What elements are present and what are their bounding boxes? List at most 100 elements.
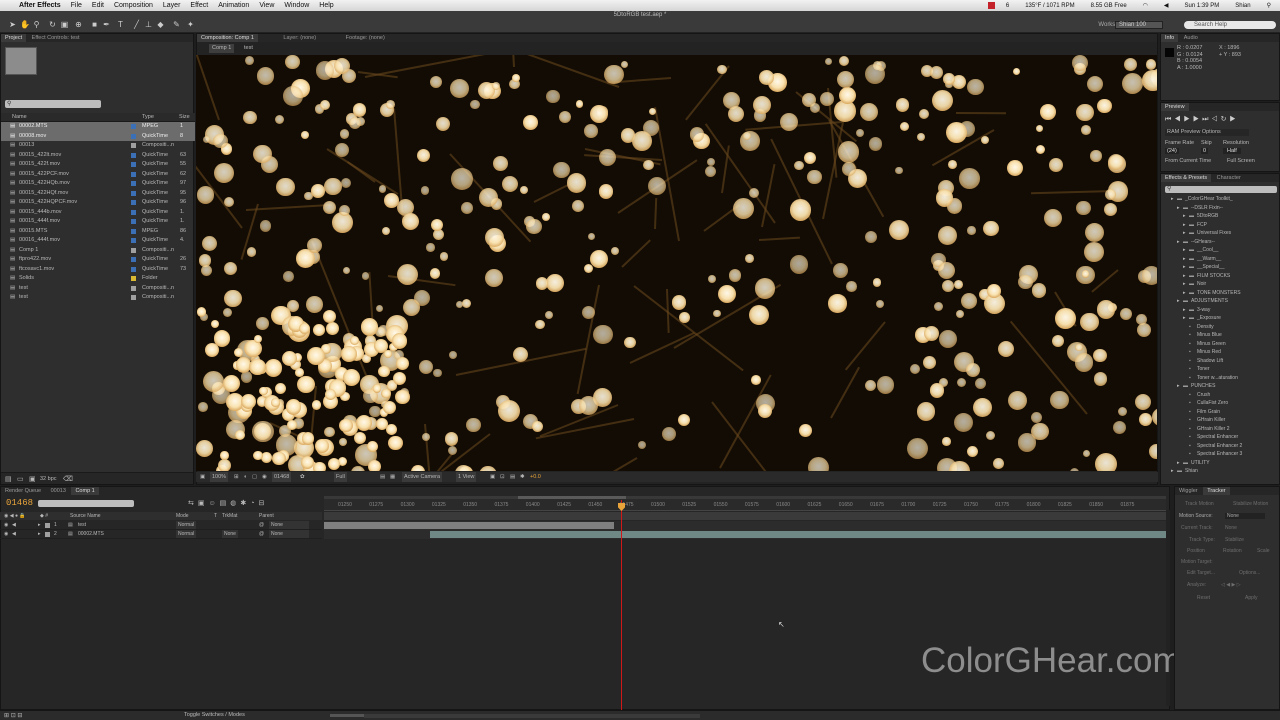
project-item[interactable]: ▤ 00015_422HQf.mov QuickTime 95 — [1, 189, 195, 199]
eraser-tool-icon[interactable]: ◆ — [156, 20, 165, 29]
rotate-tool-icon[interactable]: ↻ — [48, 20, 57, 29]
eye-icon[interactable]: ◉ — [4, 530, 8, 538]
menu-effect[interactable]: Effect — [185, 2, 213, 9]
effects-tree-item[interactable]: ▸ ▬ 5DtoRGB — [1161, 212, 1279, 221]
pan-behind-tool-icon[interactable]: ⊕ — [74, 20, 83, 29]
resolution-select-preview[interactable]: Half — [1223, 148, 1241, 154]
disclosure-triangle-icon[interactable]: ▸ — [1177, 297, 1180, 306]
disk-free-readout[interactable]: 8.55 GB Free — [1086, 3, 1132, 9]
tab-effects-presets[interactable]: Effects & Presets — [1161, 174, 1212, 182]
next-frame-icon[interactable]: ▶ — [1193, 116, 1202, 123]
eye-icon[interactable]: ◉ — [4, 521, 8, 529]
disclosure-triangle-icon[interactable]: ▸ — [1183, 212, 1186, 221]
play-icon[interactable]: ▶ — [1184, 116, 1193, 123]
label-color-swatch[interactable] — [131, 152, 136, 158]
time-ruler[interactable]: 01250 01275 01300 01325 01350 01375 01400 01425… — [324, 499, 1166, 511]
parent-pickwhip-icon[interactable]: @ — [259, 521, 264, 529]
timeline-search-input[interactable] — [38, 500, 134, 507]
effects-tree-item[interactable]: ▪ GHrain Killer 2 — [1161, 425, 1279, 434]
project-item[interactable]: ▤ ftcosavc1.mov QuickTime 73 — [1, 265, 195, 275]
volume-icon[interactable]: ◀ — [1159, 2, 1174, 9]
bit-depth-button[interactable]: 32 bpc — [40, 476, 57, 482]
project-item[interactable]: ▤ 00015_422f.mov QuickTime 55 — [1, 160, 195, 170]
layer-label-swatch[interactable] — [45, 532, 50, 537]
brush-tool-icon[interactable]: ╱ — [132, 20, 141, 29]
composition-viewer-image[interactable] — [196, 55, 1157, 471]
user-name[interactable]: Shian — [1230, 3, 1255, 9]
project-item[interactable]: ▤ 00015_422HQPCF.mov QuickTime 96 — [1, 198, 195, 208]
mask-visibility-icon[interactable]: ◐ — [244, 472, 247, 482]
tab-footage[interactable]: Footage: (none) — [342, 34, 389, 42]
layer-parent-select[interactable]: None — [269, 530, 309, 538]
project-item[interactable]: ▤ 00008.mov QuickTime 8 — [1, 131, 195, 141]
project-item[interactable]: ▤ 00015_422lt.mov QuickTime 63 — [1, 151, 195, 161]
project-item[interactable]: ▤ ftpro422.mov QuickTime 26 — [1, 255, 195, 265]
project-item[interactable]: ▤ test Compositi...n — [1, 293, 195, 303]
disclosure-triangle-icon[interactable]: ▸ — [1183, 263, 1186, 272]
disclosure-triangle-icon[interactable]: ▸ — [1171, 467, 1174, 476]
project-item[interactable]: ▤ 00015_444b.mov QuickTime 1. — [1, 208, 195, 218]
tab-tracker[interactable]: Tracker — [1203, 487, 1230, 495]
project-item[interactable]: ▤ test Compositi...n — [1, 284, 195, 294]
layer-trkmat-select[interactable]: None — [222, 530, 238, 538]
project-item[interactable]: ▤ 00013 Compositi...n — [1, 141, 195, 151]
label-color-swatch[interactable] — [131, 266, 136, 272]
graph-editor-icon[interactable]: ⊟ — [259, 500, 269, 507]
status-count[interactable]: 6 — [1001, 3, 1014, 9]
label-color-swatch[interactable] — [131, 171, 136, 177]
shy-layers-icon[interactable]: ☺ — [209, 500, 220, 507]
column-mode[interactable]: Mode — [176, 512, 189, 520]
effects-tree-item[interactable]: ▪ Minus Blue — [1161, 331, 1279, 340]
timeline-h-scrollbar[interactable] — [364, 714, 700, 718]
audio-icon[interactable]: ◀ — [12, 530, 16, 538]
label-color-swatch[interactable] — [131, 219, 136, 224]
transparency-grid-icon[interactable]: ▦ — [390, 472, 395, 482]
layer-parent-select[interactable]: None — [269, 521, 309, 529]
effects-tree-item[interactable]: ▪ Toner — [1161, 365, 1279, 374]
menu-composition[interactable]: Composition — [109, 2, 158, 9]
scale-checkbox[interactable]: Scale — [1257, 548, 1270, 554]
label-color-swatch[interactable] — [131, 247, 136, 253]
timeline-panel-icon[interactable]: ▤ — [510, 472, 515, 482]
tab-audio[interactable]: Audio — [1180, 34, 1202, 42]
disclosure-triangle-icon[interactable]: ▸ — [1171, 195, 1174, 204]
magnification-select[interactable]: 100% — [210, 472, 229, 482]
project-item[interactable]: ▤ 00015_444f.mov QuickTime 1. — [1, 217, 195, 227]
analyze-buttons[interactable]: ◁ ◀ ▶ ▷ — [1221, 582, 1241, 588]
column-parent[interactable]: Parent — [259, 512, 274, 520]
loop-icon[interactable]: ↻ — [1221, 116, 1230, 123]
label-color-swatch[interactable] — [131, 257, 136, 262]
effects-tree-item[interactable]: ▸ ▬ Universal Fixes — [1161, 229, 1279, 238]
trash-icon[interactable]: ⌫ — [63, 475, 73, 483]
label-color-swatch[interactable] — [131, 238, 136, 243]
text-tool-icon[interactable]: T — [116, 20, 125, 29]
interpret-footage-icon[interactable]: ▤ — [5, 475, 12, 483]
motion-blur-icon[interactable]: ◍ — [230, 500, 240, 507]
effects-tree-item[interactable]: ▪ Film Grain — [1161, 408, 1279, 417]
column-source-name[interactable]: Source Name — [70, 512, 101, 520]
project-item[interactable]: ▤ Solids Folder — [1, 274, 195, 284]
effects-tree-item[interactable]: ▪ Toner w...aturation — [1161, 374, 1279, 383]
status-badge[interactable] — [987, 2, 995, 9]
stabilize-motion-button[interactable]: Stabilize Motion — [1233, 501, 1268, 507]
roto-brush-tool-icon[interactable]: ✎ — [172, 20, 181, 29]
layer1-bar[interactable] — [324, 522, 614, 529]
disclosure-triangle-icon[interactable]: ▸ — [1177, 204, 1180, 213]
region-of-interest-icon[interactable]: ▢ — [252, 472, 257, 482]
prev-frame-icon[interactable]: ◀ — [1174, 116, 1183, 123]
label-color-swatch[interactable] — [131, 285, 136, 291]
effects-tree-item[interactable]: ▸ ▬ __Special__ — [1161, 263, 1279, 272]
ram-preview-options-select[interactable]: RAM Preview Options — [1165, 129, 1249, 136]
parent-pickwhip-icon[interactable]: @ — [259, 530, 264, 538]
frame-blending-icon[interactable]: ▤ — [220, 500, 231, 507]
tab-character[interactable]: Character — [1213, 174, 1245, 182]
layer-mode-select[interactable]: Normal — [176, 521, 197, 529]
effects-tree-item[interactable]: ▪ Spectral Enhancer 3 — [1161, 450, 1279, 459]
workspace-select[interactable]: Shian 100 — [1115, 21, 1163, 29]
effects-search-input[interactable]: ⚲ — [1165, 186, 1277, 193]
effects-tree-item[interactable]: ▪ GHrain Killer — [1161, 416, 1279, 425]
disclosure-triangle-icon[interactable]: ▸ — [1177, 238, 1180, 247]
disclosure-triangle-icon[interactable]: ▸ — [1183, 272, 1186, 281]
camera-tool-icon[interactable]: ▣ — [60, 20, 69, 29]
effects-tree-item[interactable]: ▪ Crush — [1161, 391, 1279, 400]
